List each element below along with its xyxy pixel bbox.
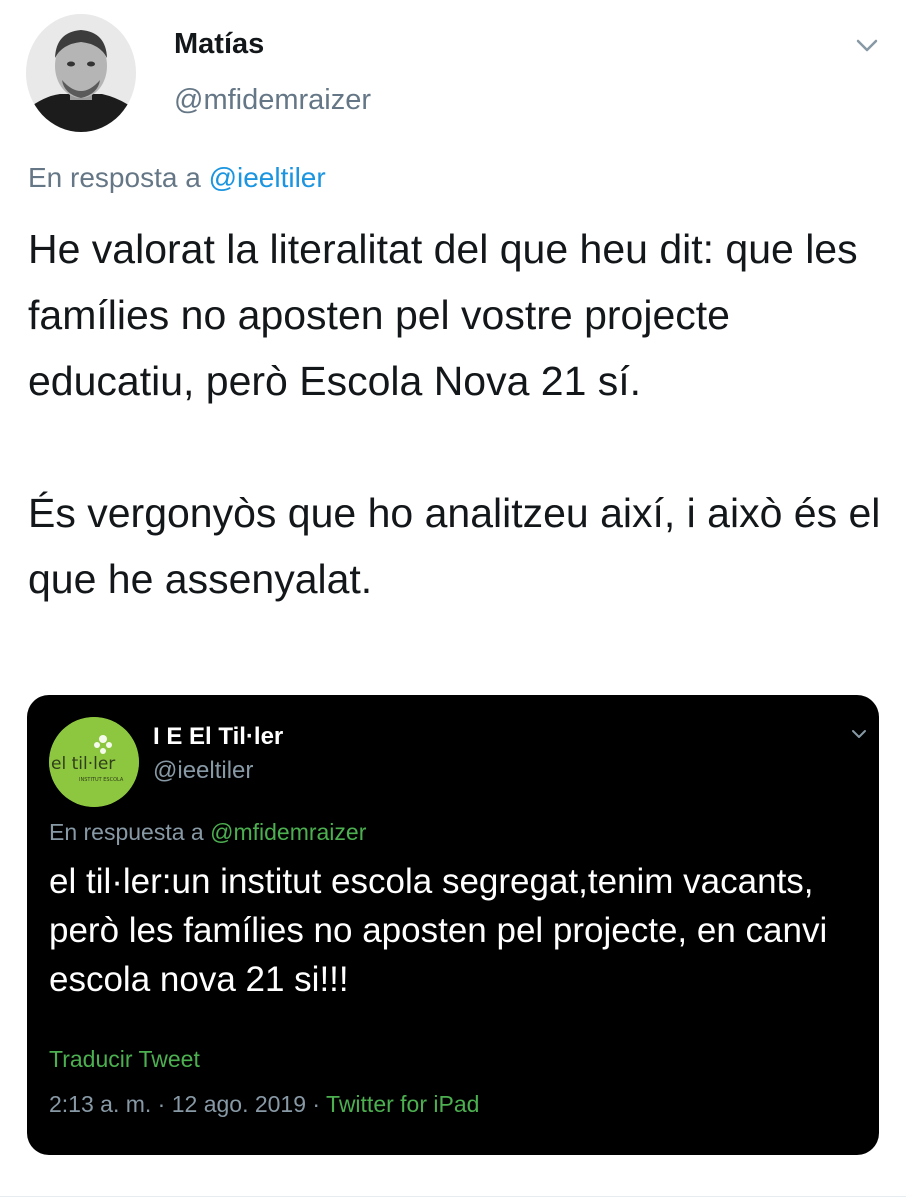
embedded-author-name: I E El Til·ler — [153, 723, 284, 750]
translate-link: Traducir Tweet — [49, 1046, 200, 1072]
logo-subtext: INSTITUT ESCOLA — [79, 777, 124, 783]
embedded-tweet-meta: 2:13 a. m. · 12 ago. 2019 · Twitter for … — [49, 1091, 479, 1118]
embedded-avatar: el til·ler INSTITUT ESCOLA — [49, 717, 139, 807]
embedded-reply-prefix: En respuesta a — [49, 819, 204, 845]
embedded-reply-context: En respuesta a @mfidemraizer — [49, 819, 366, 846]
embedded-timestamp: 2:13 a. m. · 12 ago. 2019 · — [49, 1091, 321, 1117]
embedded-tweet-text: el til·ler:un institut escola segregat,t… — [49, 862, 828, 999]
tweet-text: He valorat la literalitat del que heu di… — [28, 216, 888, 612]
author-name[interactable]: Matías — [174, 28, 264, 61]
author-avatar[interactable] — [26, 14, 136, 132]
chevron-down-icon — [849, 727, 869, 741]
school-logo-icon: el til·ler INSTITUT ESCOLA — [49, 717, 139, 807]
reply-prefix: En resposta a — [28, 162, 201, 193]
tweet-paragraph: És vergonyòs que ho analitzeu així, i ai… — [28, 490, 881, 602]
author-handle[interactable]: @mfidemraizer — [174, 84, 371, 117]
logo-text: el til·ler — [51, 754, 115, 774]
embedded-author-handle: @ieeltiler — [153, 757, 254, 784]
embedded-reply-mention: @mfidemraizer — [210, 819, 367, 845]
embedded-tweet-image[interactable]: el til·ler INSTITUT ESCOLA I E El Til·le… — [27, 695, 879, 1155]
divider — [0, 1196, 906, 1197]
tweet-paragraph: He valorat la literalitat del que heu di… — [28, 226, 858, 404]
chevron-down-icon[interactable] — [852, 34, 882, 58]
user-photo-icon — [26, 14, 136, 132]
reply-mention-link[interactable]: @ieeltiler — [209, 162, 326, 193]
embedded-source: Twitter for iPad — [326, 1091, 480, 1117]
reply-context: En resposta a @ieeltiler — [28, 162, 326, 194]
tweet-header: Matías @mfidemraizer — [0, 0, 906, 150]
